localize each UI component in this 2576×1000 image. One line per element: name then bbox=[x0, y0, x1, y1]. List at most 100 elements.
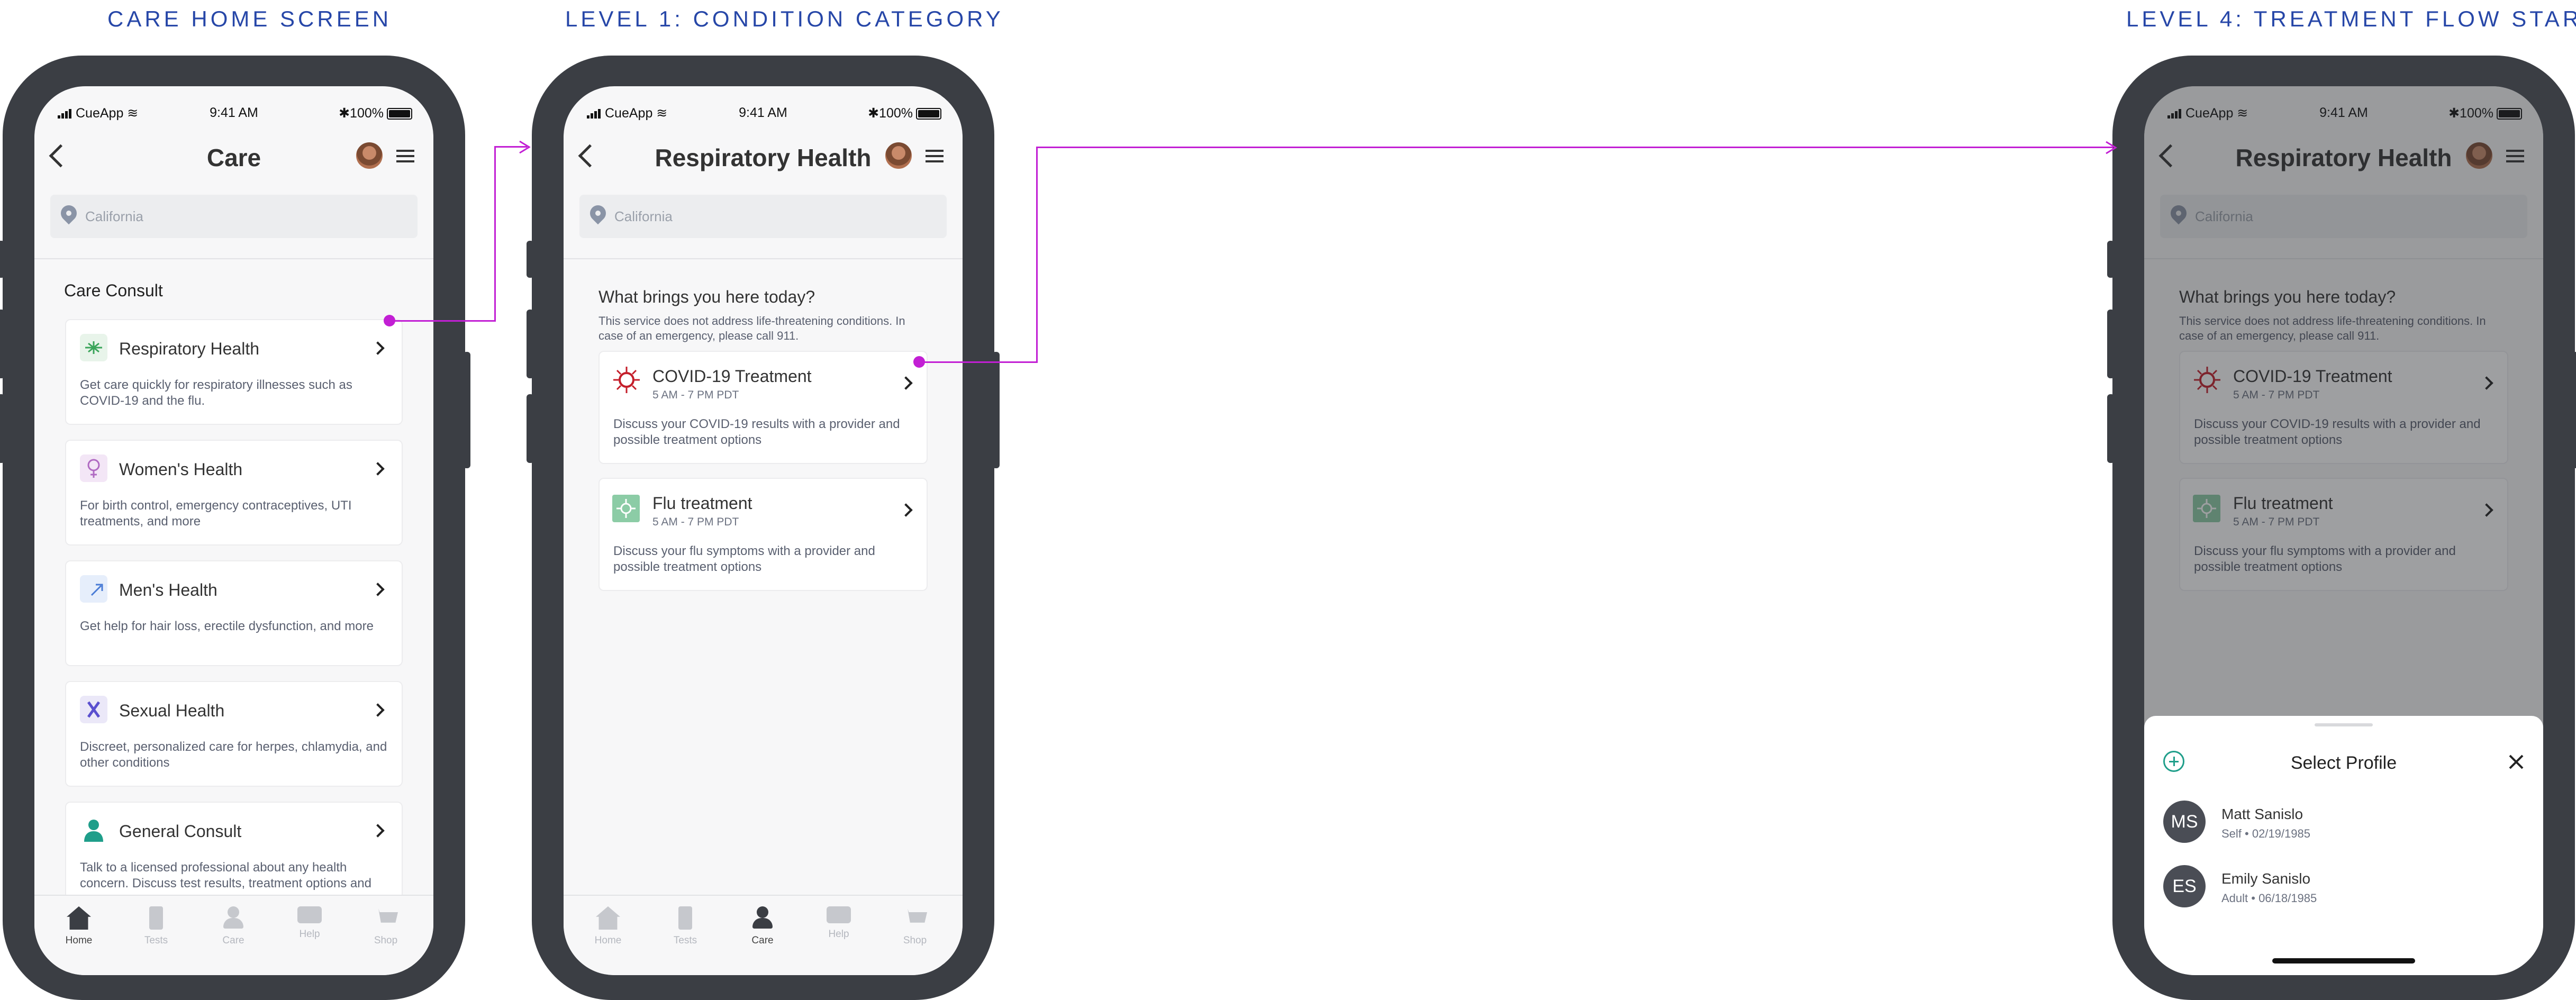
home-indicator bbox=[2272, 958, 2415, 963]
divider bbox=[564, 258, 963, 259]
tab-home[interactable]: Home bbox=[52, 906, 105, 947]
chevron-right-icon bbox=[371, 462, 385, 476]
location-pin-icon bbox=[57, 202, 80, 225]
profile-item[interactable]: ES Emily Sanislo Adult • 06/18/1985 bbox=[2163, 865, 2524, 918]
battery-text: 100% bbox=[879, 106, 913, 121]
card-title: Sexual Health bbox=[119, 701, 225, 720]
disclaimer-text: This service does not address life-threa… bbox=[598, 314, 905, 342]
ribbon-icon bbox=[80, 696, 107, 723]
profile-item[interactable]: MS Matt Sanislo Self • 02/19/1985 bbox=[2163, 801, 2524, 853]
location-field[interactable]: California bbox=[50, 195, 418, 238]
location-text: California bbox=[614, 208, 673, 224]
arrow-head-icon bbox=[519, 140, 531, 154]
card-hours: 5 AM - 7 PM PDT bbox=[652, 389, 739, 401]
location-pin-icon bbox=[586, 202, 610, 225]
tests-icon bbox=[149, 906, 163, 930]
cart-icon bbox=[374, 908, 398, 923]
status-bar: CueApp ≋ 9:41 AM ✱100% bbox=[34, 101, 433, 124]
flu-icon bbox=[612, 495, 640, 522]
connector-line bbox=[1036, 147, 2113, 148]
battery-icon bbox=[916, 108, 941, 120]
card-hours: 5 AM - 7 PM PDT bbox=[652, 516, 739, 528]
select-profile-sheet: Select Profile MS Matt Sanislo Self • 02… bbox=[2144, 716, 2543, 975]
question-heading: What brings you here today? bbox=[598, 287, 815, 306]
tab-bar: Home Tests Care Help Shop bbox=[34, 895, 433, 975]
lungs-icon bbox=[80, 334, 107, 361]
chevron-right-icon bbox=[371, 824, 385, 838]
card-respiratory-health[interactable]: Respiratory Health Get care quickly for … bbox=[65, 319, 403, 425]
phone-select-profile: CueApp ≋ 9:41 AM ✱100% Respiratory Healt… bbox=[2107, 56, 2576, 1000]
tab-shop[interactable]: Shop bbox=[359, 906, 412, 947]
location-field[interactable]: California bbox=[579, 195, 947, 238]
tab-care[interactable]: Care bbox=[207, 906, 260, 947]
menu-icon[interactable] bbox=[396, 150, 414, 162]
card-womens-health[interactable]: Women's Health For birth control, emerge… bbox=[65, 440, 403, 546]
close-icon[interactable] bbox=[2507, 753, 2525, 771]
doctor-icon bbox=[80, 816, 107, 844]
connector-line bbox=[1036, 147, 1038, 363]
card-flu-treatment[interactable]: Flu treatment 5 AM - 7 PM PDT Discuss yo… bbox=[598, 478, 928, 591]
arrow-head-icon bbox=[2106, 141, 2117, 154]
nav-header: Care bbox=[34, 134, 433, 181]
avatar[interactable] bbox=[885, 142, 912, 169]
tab-help[interactable]: Help bbox=[283, 906, 336, 940]
battery-icon bbox=[387, 108, 412, 120]
profile-name: Emily Sanislo bbox=[2221, 870, 2311, 887]
screen-care: CueApp ≋ 9:41 AM ✱100% Care California C… bbox=[34, 86, 433, 975]
cart-icon bbox=[903, 908, 927, 923]
avatar[interactable] bbox=[356, 142, 383, 169]
profile-details: Self • 02/19/1985 bbox=[2221, 827, 2310, 840]
tab-tests[interactable]: Tests bbox=[130, 906, 183, 947]
label-care-home: CARE HOME SCREEN bbox=[107, 6, 392, 31]
card-covid-treatment[interactable]: COVID-19 Treatment 5 AM - 7 PM PDT Discu… bbox=[598, 351, 928, 464]
card-mens-health[interactable]: Men's Health Get help for hair loss, ere… bbox=[65, 560, 403, 666]
phone-care: CueApp ≋ 9:41 AM ✱100% Care California C… bbox=[0, 56, 470, 1000]
card-description: Discuss your flu symptoms with a provide… bbox=[613, 544, 875, 574]
home-icon bbox=[596, 906, 620, 930]
female-icon bbox=[80, 454, 107, 482]
tab-shop[interactable]: Shop bbox=[888, 906, 941, 947]
card-description: Get care quickly for respiratory illness… bbox=[80, 378, 352, 408]
card-title: COVID-19 Treatment bbox=[652, 367, 812, 386]
card-description: Discreet, personalized care for herpes, … bbox=[80, 740, 387, 770]
section-title: Care Consult bbox=[64, 281, 163, 300]
care-icon bbox=[221, 906, 246, 930]
nav-header: Respiratory Health bbox=[564, 134, 963, 181]
phone-respiratory: CueApp ≋ 9:41 AM ✱100% Respiratory Healt… bbox=[527, 56, 1000, 1000]
divider bbox=[34, 258, 433, 259]
card-title: General Consult bbox=[119, 822, 242, 841]
label-level4: LEVEL 4: TREATMENT FLOW STARTS bbox=[2126, 6, 2576, 31]
status-bar: CueApp ≋ 9:41 AM ✱100% bbox=[564, 101, 963, 124]
tab-bar: Home Tests Care Help Shop bbox=[564, 895, 963, 975]
care-icon bbox=[750, 906, 775, 930]
connector-line bbox=[389, 320, 495, 322]
menu-icon[interactable] bbox=[926, 150, 944, 162]
tab-home[interactable]: Home bbox=[582, 906, 634, 947]
card-title: Flu treatment bbox=[652, 494, 752, 513]
tab-help[interactable]: Help bbox=[812, 906, 865, 940]
connector-line bbox=[919, 361, 1038, 363]
battery-text: 100% bbox=[350, 106, 384, 121]
card-description: Discuss your COVID-19 results with a pro… bbox=[613, 417, 900, 447]
location-text: California bbox=[85, 208, 143, 224]
screen-select-profile: CueApp ≋ 9:41 AM ✱100% Respiratory Healt… bbox=[2144, 86, 2543, 975]
profile-avatar: ES bbox=[2163, 865, 2206, 907]
card-description: For birth control, emergency contracepti… bbox=[80, 498, 352, 529]
card-sexual-health[interactable]: Sexual Health Discreet, personalized car… bbox=[65, 681, 403, 787]
card-title: Men's Health bbox=[119, 580, 217, 599]
chat-icon bbox=[297, 906, 322, 923]
tab-care[interactable]: Care bbox=[736, 906, 789, 947]
profile-avatar: MS bbox=[2163, 801, 2206, 843]
tab-tests[interactable]: Tests bbox=[659, 906, 712, 947]
virus-icon bbox=[613, 367, 640, 393]
male-icon bbox=[80, 575, 107, 603]
tests-icon bbox=[678, 906, 692, 930]
screen-respiratory: CueApp ≋ 9:41 AM ✱100% Respiratory Healt… bbox=[564, 86, 963, 975]
sheet-grabber[interactable] bbox=[2315, 723, 2373, 726]
card-title: Women's Health bbox=[119, 460, 243, 479]
connector-line bbox=[494, 146, 496, 322]
profile-details: Adult • 06/18/1985 bbox=[2221, 892, 2317, 905]
chat-icon bbox=[827, 906, 851, 923]
chevron-right-icon bbox=[371, 583, 385, 596]
chevron-right-icon bbox=[899, 503, 913, 517]
